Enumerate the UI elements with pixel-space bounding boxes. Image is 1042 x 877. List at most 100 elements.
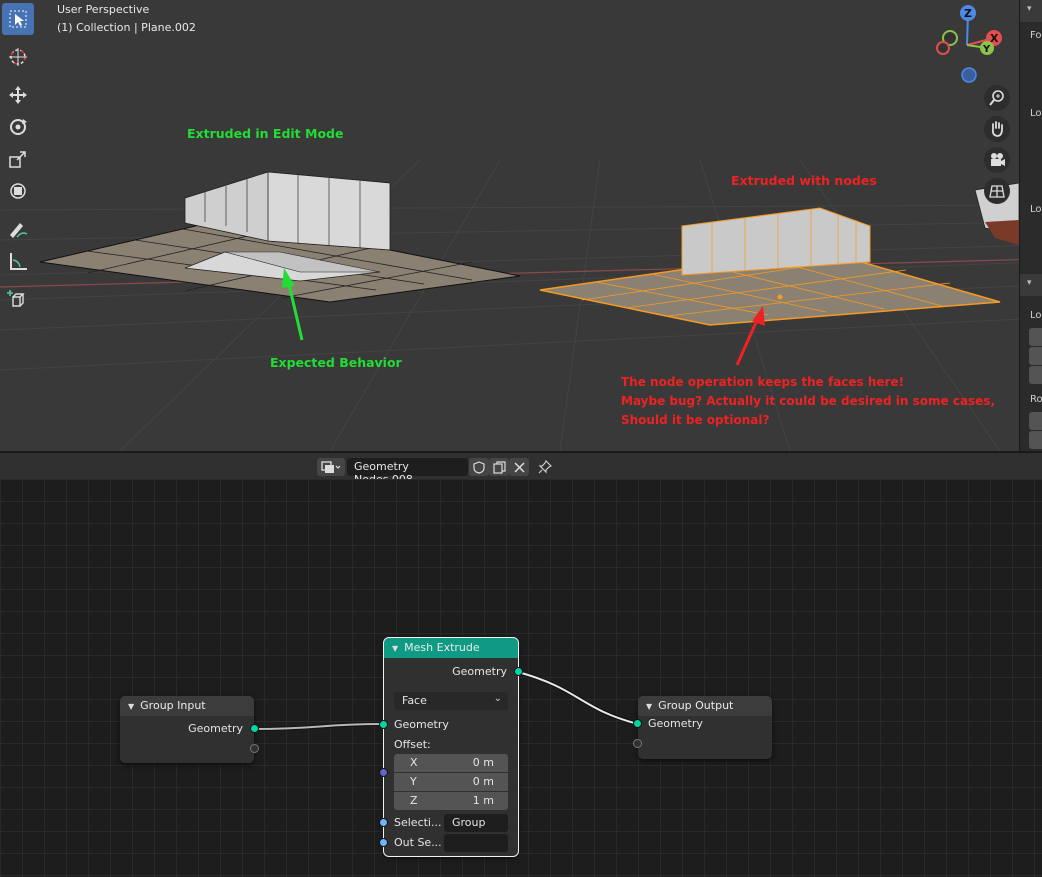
edit-mode-mesh xyxy=(39,171,521,303)
link-extrude-to-output xyxy=(517,671,639,725)
chevron-down-icon: ⌄ xyxy=(493,693,502,704)
perspective-toggle-button[interactable] xyxy=(984,178,1010,204)
props-label-1: Lo xyxy=(1030,108,1042,119)
annotate-icon xyxy=(10,223,28,238)
panel-header[interactable]: ▾ xyxy=(1020,274,1042,296)
add-cube-icon xyxy=(7,290,25,307)
props-label-3: Lo xyxy=(1030,310,1042,321)
node-tree-name-field[interactable]: Geometry Nodes.008 xyxy=(347,458,468,486)
camera-icon xyxy=(991,153,1005,166)
props-field[interactable] xyxy=(1029,431,1042,449)
geometry-output-socket[interactable] xyxy=(250,724,259,733)
pin-button[interactable] xyxy=(535,458,555,476)
transform-tool[interactable] xyxy=(2,175,34,207)
mode-dropdown[interactable]: Face ⌄ xyxy=(394,692,508,710)
offset-z-field[interactable]: Z 1 m xyxy=(394,792,508,810)
node-header[interactable]: ▼ Group Input xyxy=(120,696,254,716)
select-box-tool[interactable] xyxy=(2,3,34,35)
offset-label: Offset: xyxy=(394,738,431,751)
unlink-button[interactable] xyxy=(509,458,529,476)
annotation-note-1: The node operation keeps the faces here! xyxy=(621,375,905,389)
collapse-arrow-icon[interactable]: ▼ xyxy=(392,644,398,653)
copy-icon xyxy=(492,460,506,474)
pan-button[interactable] xyxy=(984,116,1010,142)
props-field[interactable] xyxy=(1029,366,1042,384)
duplicate-button[interactable] xyxy=(489,458,509,476)
properties-panel: ▾ Fo Lo Lo ▾ Lo Ro xyxy=(1019,0,1042,451)
group-input-node[interactable]: ▼ Group Input Geometry xyxy=(120,696,259,763)
move-tool[interactable] xyxy=(2,79,34,111)
out-selection-attribute-field[interactable] xyxy=(444,834,508,852)
camera-view-button[interactable] xyxy=(984,147,1010,173)
measure-tool[interactable] xyxy=(2,245,34,277)
out-selection-input-socket[interactable] xyxy=(379,838,388,847)
close-icon xyxy=(513,461,525,473)
rotate-tool[interactable] xyxy=(2,111,34,143)
cursor-tool[interactable] xyxy=(2,41,34,73)
props-field[interactable] xyxy=(1029,328,1042,346)
annotate-tool[interactable] xyxy=(2,213,34,245)
measure-icon xyxy=(10,253,27,270)
collapse-arrow-icon[interactable]: ▼ xyxy=(646,702,652,711)
input-geometry-label: Geometry xyxy=(394,718,449,731)
svg-text:Z: Z xyxy=(964,7,972,20)
geometry-input-socket[interactable] xyxy=(633,719,642,728)
node-header[interactable]: ▼ Group Output xyxy=(638,696,772,716)
annotation-nodes: Extruded with nodes xyxy=(731,173,877,188)
transform-icon xyxy=(10,183,26,199)
group-output-node[interactable]: ▼ Group Output Geometry xyxy=(633,696,772,759)
input-geometry-label: Geometry xyxy=(648,717,703,730)
offset-x-field[interactable]: X 0 m xyxy=(394,754,508,772)
props-field[interactable] xyxy=(1029,347,1042,365)
offset-input-socket[interactable] xyxy=(379,768,388,777)
add-cube-tool[interactable] xyxy=(2,283,34,315)
annotation-expected: Expected Behavior xyxy=(270,355,402,370)
selection-input-socket[interactable] xyxy=(379,818,388,827)
props-label-0: Fo xyxy=(1030,30,1042,41)
move-icon xyxy=(9,86,27,104)
node-tree-browse-button[interactable] xyxy=(317,458,345,476)
empty-output-socket[interactable] xyxy=(250,744,259,753)
grid-icon xyxy=(989,185,1005,198)
collapse-arrow-icon[interactable]: ▼ xyxy=(128,702,134,711)
offset-y-field[interactable]: Y 0 m xyxy=(394,773,508,791)
shield-icon xyxy=(473,460,485,474)
scale-icon xyxy=(9,151,26,168)
node-tree-icon xyxy=(321,461,341,473)
rotate-icon xyxy=(10,119,27,135)
empty-input-socket[interactable] xyxy=(633,739,642,748)
node-editor-header: Geometry Nodes.008 xyxy=(0,451,1042,486)
navigation-gizmo[interactable]: Z X Y xyxy=(930,0,1020,95)
pin-icon xyxy=(538,460,552,474)
geometry-output-socket[interactable] xyxy=(514,667,523,676)
annotation-note-3: Should it be optional? xyxy=(621,413,770,427)
output-geometry-label: Geometry xyxy=(188,722,243,735)
node-title: Group Input xyxy=(140,699,206,712)
selection-label: Selecti... xyxy=(394,816,442,829)
node-editor-canvas[interactable]: ▼ Group Input Geometry ▼ Mesh Extrude Geom… xyxy=(0,479,1042,877)
zoom-icon xyxy=(989,90,1004,106)
collection-info: (1) Collection | Plane.002 xyxy=(57,21,196,34)
svg-text:Y: Y xyxy=(982,44,991,55)
geometry-input-socket[interactable] xyxy=(379,720,388,729)
out-selection-label: Out Se... xyxy=(394,836,442,849)
props-field[interactable] xyxy=(1029,412,1042,430)
tool-shelf xyxy=(2,3,34,315)
3d-viewport[interactable]: User Perspective (1) Collection | Plane.… xyxy=(0,0,1042,451)
panel-header[interactable]: ▾ xyxy=(1020,0,1042,22)
annotation-note-2: Maybe bug? Actually it could be desired … xyxy=(621,394,996,408)
fake-user-button[interactable] xyxy=(469,458,489,476)
scale-tool[interactable] xyxy=(2,143,34,175)
props-label-4: Ro xyxy=(1030,394,1042,405)
select-box-icon xyxy=(9,10,27,28)
node-header[interactable]: ▼ Mesh Extrude xyxy=(384,638,518,658)
zoom-button[interactable] xyxy=(984,85,1010,111)
node-title: Group Output xyxy=(658,699,734,712)
node-title: Mesh Extrude xyxy=(404,641,480,654)
output-geometry-label: Geometry xyxy=(452,665,507,678)
mesh-extrude-node[interactable]: ▼ Mesh Extrude Geometry Face ⌄ Geometry O… xyxy=(379,637,523,857)
selection-attribute-field[interactable]: Group xyxy=(444,814,508,832)
node-links xyxy=(253,670,639,731)
props-label-2: Lo xyxy=(1030,204,1042,215)
view-name: User Perspective xyxy=(57,3,150,16)
